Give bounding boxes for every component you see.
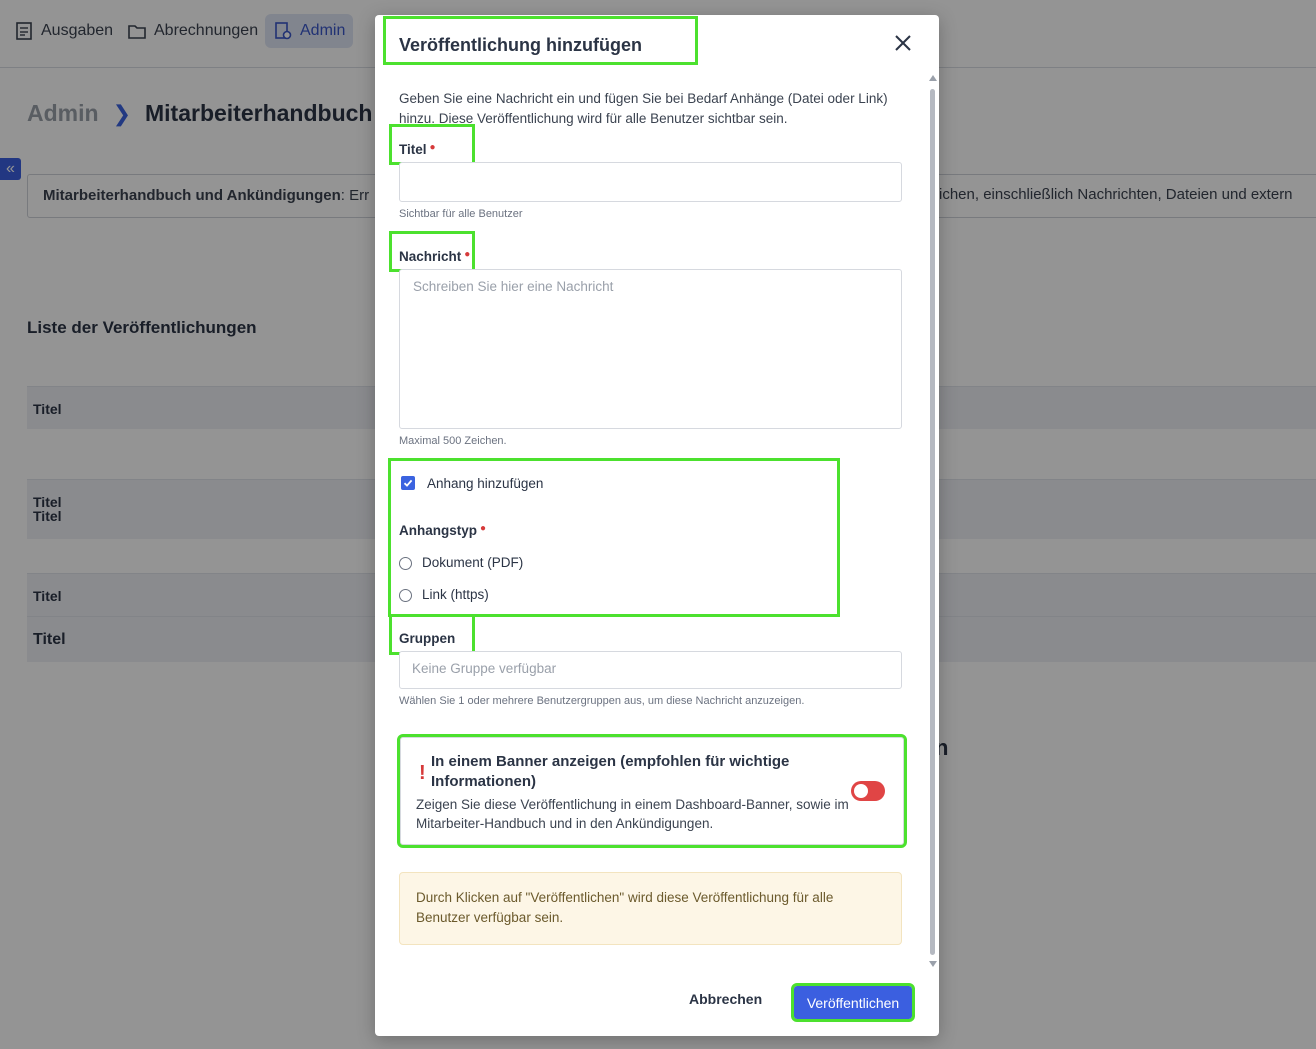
message-placeholder: Schreiben Sie hier eine Nachricht: [413, 279, 614, 294]
banner-title: In einem Banner anzeigen (empfohlen für …: [431, 753, 790, 790]
scroll-up-icon[interactable]: [929, 75, 937, 81]
title-label: Titel ●: [399, 142, 436, 157]
publish-button[interactable]: Veröffentlichen: [791, 983, 915, 1022]
close-icon[interactable]: [892, 32, 914, 54]
message-label-text: Nachricht: [399, 249, 462, 264]
banner-toggle[interactable]: [851, 781, 885, 801]
groups-select[interactable]: Keine Gruppe verfügbar: [399, 651, 902, 689]
message-hint: Maximal 500 Zeichen.: [399, 435, 507, 447]
add-attachment-checkbox[interactable]: [401, 476, 415, 490]
cancel-button[interactable]: Abbrechen: [689, 991, 762, 1007]
publication-modal: Veröffentlichung hinzufügen Geben Sie ei…: [375, 15, 939, 1036]
attachment-type-label-text: Anhangstyp: [399, 523, 478, 538]
modal-title: Veröffentlichung hinzufügen: [383, 16, 698, 65]
title-input[interactable]: [399, 162, 902, 202]
publish-notice: Durch Klicken auf "Veröffentlichen" wird…: [399, 872, 902, 945]
title-label-text: Titel: [399, 142, 427, 157]
required-marker: ●: [429, 142, 436, 153]
message-textarea[interactable]: Schreiben Sie hier eine Nachricht: [399, 269, 902, 429]
exclamation-icon: !: [419, 762, 426, 784]
radio-document-pdf-label[interactable]: Dokument (PDF): [422, 555, 523, 570]
radio-document-pdf[interactable]: [399, 557, 412, 570]
radio-link-https[interactable]: [399, 589, 412, 602]
banner-option: ! In einem Banner anzeigen (empfohlen fü…: [397, 734, 907, 848]
groups-placeholder: Keine Gruppe verfügbar: [412, 661, 557, 676]
required-marker: ●: [464, 249, 471, 260]
modal-intro: Geben Sie eine Nachricht ein und fügen S…: [399, 91, 888, 126]
attachment-section: Anhang hinzufügen Anhangstyp ● Dokument (…: [388, 458, 840, 617]
toggle-knob: [854, 784, 868, 798]
message-label: Nachricht ●: [399, 249, 470, 264]
check-icon: [403, 479, 413, 487]
groups-hint: Wählen Sie 1 oder mehrere Benutzergruppe…: [399, 695, 805, 707]
modal-scrollbar[interactable]: [928, 75, 938, 970]
radio-link-https-label[interactable]: Link (https): [422, 587, 489, 602]
add-attachment-label[interactable]: Anhang hinzufügen: [427, 476, 543, 491]
groups-label: Gruppen: [399, 631, 456, 646]
attachment-type-label: Anhangstyp ●: [399, 523, 486, 538]
title-hint: Sichtbar für alle Benutzer: [399, 208, 523, 220]
scroll-down-icon[interactable]: [929, 961, 937, 967]
scroll-thumb[interactable]: [930, 89, 935, 955]
banner-description: Zeigen Sie diese Veröffentlichung in ein…: [416, 797, 849, 831]
required-marker: ●: [480, 523, 487, 534]
